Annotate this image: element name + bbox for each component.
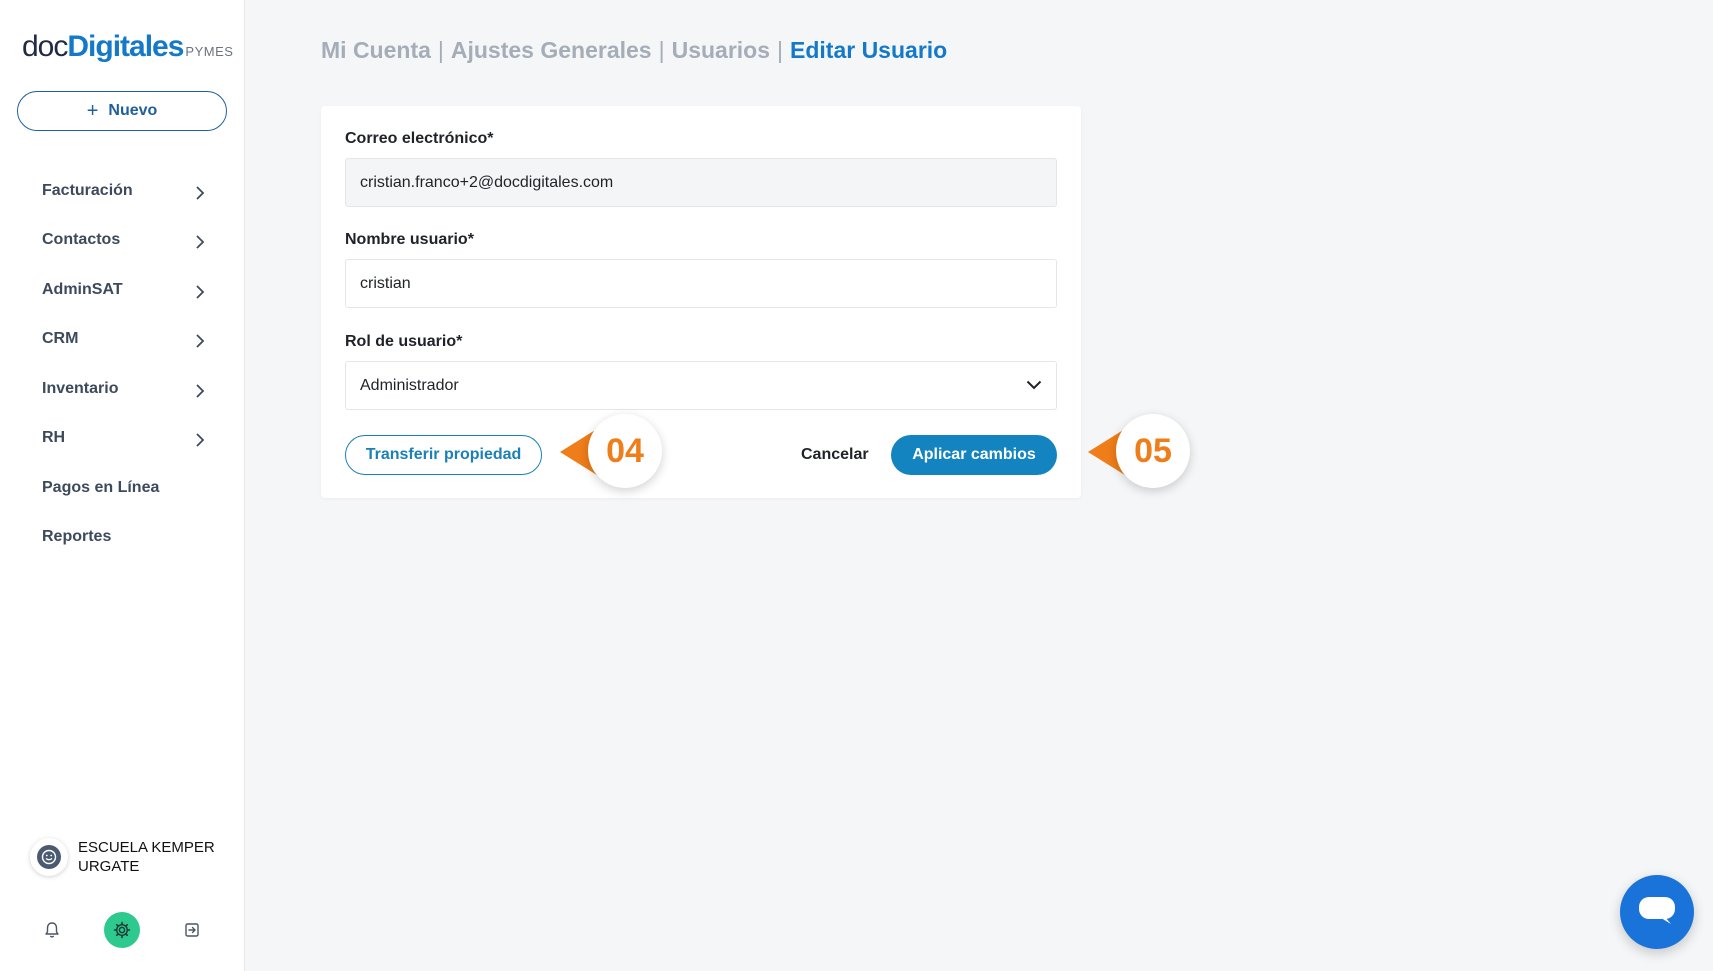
role-select[interactable]: Administrador xyxy=(345,361,1057,410)
bell-icon[interactable] xyxy=(34,912,70,948)
step-marker-04: 04 xyxy=(560,410,662,494)
breadcrumb-separator: | xyxy=(777,37,783,63)
sidebar-item-facturacion[interactable]: Facturación xyxy=(0,166,245,216)
sidebar-item-pagos-en-linea[interactable]: Pagos en Línea xyxy=(0,463,245,513)
avatar xyxy=(30,838,68,876)
username-field[interactable]: cristian xyxy=(345,259,1057,308)
gear-icon[interactable] xyxy=(104,912,140,948)
logout-icon[interactable] xyxy=(174,912,210,948)
chevron-right-icon xyxy=(195,384,205,398)
smiley-icon xyxy=(37,845,61,869)
cancel-button[interactable]: Cancelar xyxy=(801,435,869,475)
brand-prefix: doc xyxy=(22,30,68,63)
sidebar-nav: Facturación Contactos AdminSAT CRM Inven… xyxy=(0,166,245,562)
chat-bubble-icon xyxy=(1637,893,1677,932)
breadcrumb-mi-cuenta[interactable]: Mi Cuenta xyxy=(321,37,431,63)
sidebar-item-adminsat[interactable]: AdminSAT xyxy=(0,265,245,315)
chevron-right-icon xyxy=(195,285,205,299)
sidebar-item-contactos[interactable]: Contactos xyxy=(0,216,245,266)
transfer-ownership-button[interactable]: Transferir propiedad xyxy=(345,435,542,475)
brand-name: Digitales xyxy=(67,30,184,63)
edit-user-form: Correo electrónico* cristian.franco+2@do… xyxy=(321,106,1081,498)
chevron-right-icon xyxy=(195,235,205,249)
step-number: 04 xyxy=(588,414,662,488)
account-name: ESCUELA KEMPER URGATE xyxy=(78,839,215,875)
step-marker-05: 05 xyxy=(1088,410,1190,494)
sidebar-item-rh[interactable]: RH xyxy=(0,414,245,464)
breadcrumb-separator: | xyxy=(658,37,665,63)
sidebar-item-label: AdminSAT xyxy=(42,280,123,298)
sidebar: docDigitales PYMES + Nuevo Facturación Co… xyxy=(0,0,245,971)
sidebar-item-reportes[interactable]: Reportes xyxy=(0,513,245,563)
account-switcher[interactable]: ESCUELA KEMPER URGATE xyxy=(30,838,228,876)
step-number: 05 xyxy=(1116,414,1190,488)
email-label: Correo electrónico* xyxy=(345,130,494,147)
role-select-value: Administrador xyxy=(360,376,459,394)
chevron-right-icon xyxy=(195,433,205,447)
sidebar-item-label: RH xyxy=(42,429,66,447)
new-button[interactable]: + Nuevo xyxy=(17,91,227,131)
role-label: Rol de usuario* xyxy=(345,333,463,350)
chevron-right-icon xyxy=(195,334,205,348)
chevron-down-icon xyxy=(1026,377,1042,395)
sidebar-item-label: Facturación xyxy=(42,181,133,199)
sidebar-item-label: Inventario xyxy=(42,379,119,397)
username-label: Nombre usuario* xyxy=(345,231,474,248)
app: docDigitales PYMES + Nuevo Facturación Co… xyxy=(0,0,1713,971)
chat-button[interactable] xyxy=(1620,875,1694,949)
sidebar-item-inventario[interactable]: Inventario xyxy=(0,364,245,414)
sidebar-footer xyxy=(0,912,245,948)
breadcrumb: Mi Cuenta | Ajustes Generales | Usuarios | Edi… xyxy=(321,37,947,64)
brand-suffix: PYMES xyxy=(185,44,234,59)
email-field[interactable]: cristian.franco+2@docdigitales.com xyxy=(345,158,1057,207)
page-title: Editar Usuario xyxy=(790,37,948,63)
apply-changes-button[interactable]: Aplicar cambios xyxy=(891,435,1057,475)
sidebar-item-label: Pagos en Línea xyxy=(42,478,160,496)
sidebar-item-crm[interactable]: CRM xyxy=(0,315,245,365)
breadcrumb-ajustes-generales[interactable]: Ajustes Generales xyxy=(451,37,652,63)
sidebar-item-label: Contactos xyxy=(42,231,121,249)
brand-logo[interactable]: docDigitales PYMES xyxy=(22,30,233,64)
plus-icon: + xyxy=(86,100,99,122)
chevron-right-icon xyxy=(195,186,205,200)
sidebar-item-label: Reportes xyxy=(42,528,112,546)
new-button-label: Nuevo xyxy=(108,102,158,119)
sidebar-item-label: CRM xyxy=(42,330,79,348)
breadcrumb-separator: | xyxy=(437,37,444,63)
breadcrumb-usuarios[interactable]: Usuarios xyxy=(672,37,770,63)
